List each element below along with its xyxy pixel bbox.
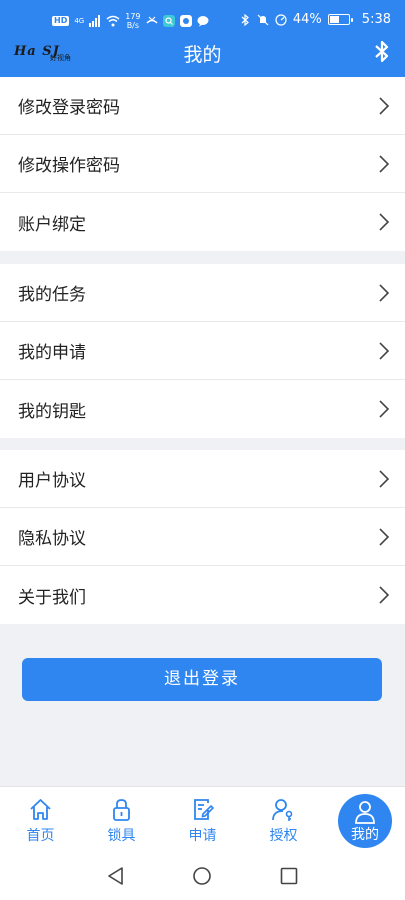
tab-label: 授权	[269, 828, 298, 844]
status-right: 44% 5:38	[239, 12, 391, 27]
bluetooth-icon[interactable]	[371, 39, 393, 65]
menu-group-account: 修改登录密码 修改操作密码 账户绑定	[0, 77, 405, 251]
network-type: 4G	[74, 16, 85, 25]
chevron-right-icon	[379, 213, 389, 231]
menu-item-about-us[interactable]: 关于我们	[0, 566, 405, 624]
battery-icon	[327, 14, 353, 25]
menu-item-account-binding[interactable]: 账户绑定	[0, 193, 405, 251]
battery-percent: 44%	[292, 12, 322, 27]
message-icon	[197, 16, 209, 27]
missed-call-icon	[145, 16, 158, 24]
chevron-right-icon	[379, 470, 389, 488]
status-left: HD 4G 179 B/s	[52, 12, 209, 30]
menu-item-label: 关于我们	[18, 587, 86, 608]
network-speed-value: 179	[125, 12, 141, 21]
menu-item-label: 我的钥匙	[18, 401, 86, 422]
app-notification-icon	[179, 15, 192, 27]
chevron-right-icon	[379, 97, 389, 115]
user-key-icon	[272, 799, 293, 821]
signal-icon	[89, 15, 101, 27]
system-navigation-bar	[0, 850, 405, 900]
menu-item-change-login-password[interactable]: 修改登录密码	[0, 77, 405, 135]
home-circle-icon[interactable]	[192, 866, 212, 886]
menu-item-label: 修改操作密码	[18, 156, 120, 176]
tab-locks[interactable]: 锁具	[81, 787, 162, 851]
mute-bell-icon	[257, 14, 269, 25]
tab-label: 申请	[188, 828, 217, 844]
page-title: 我的	[183, 44, 222, 66]
user-icon	[355, 801, 375, 824]
menu-item-label: 我的申请	[18, 343, 86, 363]
chevron-right-icon	[379, 284, 389, 302]
menu-group-tasks: 我的任务 我的申请 我的钥匙	[0, 264, 405, 438]
tab-apply[interactable]: 申请	[162, 787, 243, 851]
menu-item-my-keys[interactable]: 我的钥匙	[0, 380, 405, 438]
lock-icon	[113, 799, 130, 821]
home-icon	[30, 799, 51, 820]
tab-label: 锁具	[107, 828, 136, 844]
menu-item-user-agreement[interactable]: 用户协议	[0, 450, 405, 508]
menu-item-label: 账户绑定	[18, 214, 86, 235]
bluetooth-status-icon	[241, 13, 249, 26]
hd-badge: HD	[52, 16, 70, 26]
wifi-icon	[106, 15, 120, 27]
status-bar: HD 4G 179 B/s 44% 5:38	[0, 12, 405, 36]
speedometer-icon	[275, 13, 287, 26]
chevron-right-icon	[379, 400, 389, 418]
menu-item-my-tasks[interactable]: 我的任务	[0, 264, 405, 322]
menu-item-change-operation-password[interactable]: 修改操作密码	[0, 135, 405, 193]
chevron-right-icon	[379, 342, 389, 360]
menu-item-privacy-agreement[interactable]: 隐私协议	[0, 508, 405, 566]
tab-label: 首页	[26, 828, 55, 844]
chevron-right-icon	[379, 586, 389, 604]
back-triangle-icon[interactable]	[106, 866, 126, 886]
menu-item-label: 我的任务	[18, 285, 86, 305]
logout-button[interactable]: 退出登录	[22, 658, 382, 701]
menu-group-about: 用户协议 隐私协议 关于我们	[0, 450, 405, 624]
tab-authorize[interactable]: 授权	[243, 787, 324, 851]
menu-item-label: 修改登录密码	[18, 98, 120, 118]
top-bar: HD 4G 179 B/s 44% 5:38 Ha SJ 好视角 我的	[0, 0, 405, 77]
clock: 5:38	[361, 12, 391, 27]
recent-apps-square-icon[interactable]	[279, 866, 299, 886]
menu-item-label: 用户协议	[18, 471, 86, 491]
chevron-right-icon	[379, 155, 389, 173]
tab-mine[interactable]: 我的	[338, 794, 392, 848]
tab-label: 我的	[351, 827, 379, 843]
menu-item-label: 隐私协议	[18, 529, 86, 549]
search-app-icon	[162, 15, 175, 27]
menu-item-my-applications[interactable]: 我的申请	[0, 322, 405, 380]
tab-home[interactable]: 首页	[0, 787, 81, 851]
edit-document-icon	[194, 799, 215, 820]
chevron-right-icon	[379, 528, 389, 546]
network-speed: 179 B/s	[125, 12, 140, 30]
network-speed-unit: B/s	[126, 21, 140, 30]
